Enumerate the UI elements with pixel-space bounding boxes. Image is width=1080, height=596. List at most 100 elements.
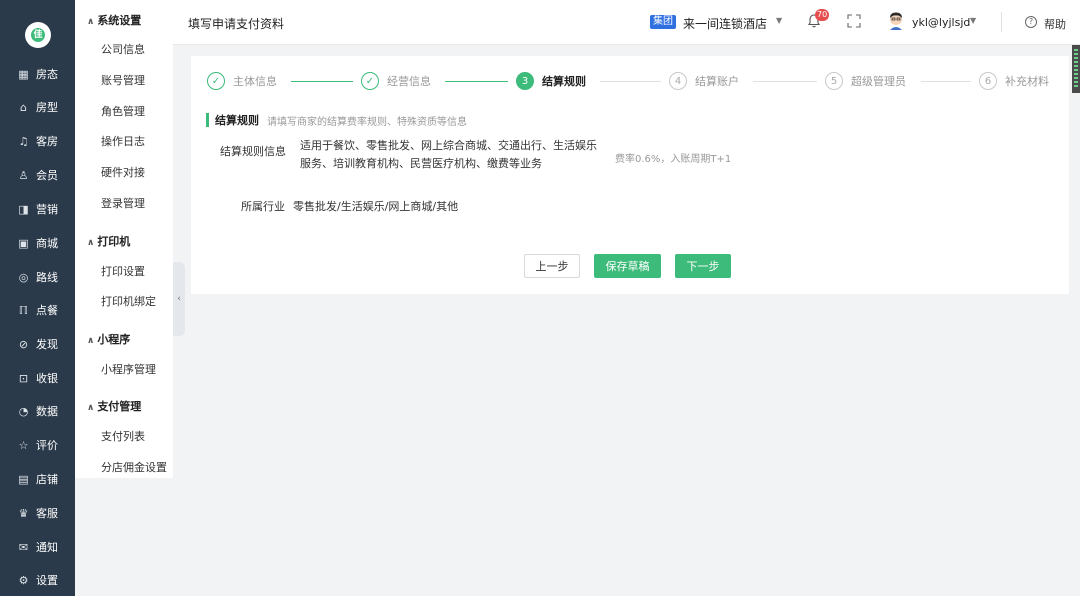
industry-value: 零售批发/生活娱乐/网上商城/其他 (293, 200, 459, 213)
step-connector (753, 81, 817, 82)
step-label: 补充材料 (1005, 75, 1049, 88)
progress-steps: ✓ 主体信息 ✓ 经营信息 3 结算规则 4 结算账户 5 超级管理员 6 补充材料 (191, 56, 1069, 104)
top-header: 填写申请支付资料 集团 来一间连锁酒店 ▼ 70 ykl@lyjlsjd ▼ ?… (173, 0, 1080, 45)
side-widget-handle[interactable] (1072, 45, 1080, 93)
step-connector (921, 81, 971, 82)
form-card: ✓ 主体信息 ✓ 经营信息 3 结算规则 4 结算账户 5 超级管理员 6 补充材料 结算规则 请填写… (191, 56, 1069, 294)
submenu-group-2[interactable]: ∧ 小程序 (87, 331, 130, 347)
marketing-icon: ◨ (18, 202, 29, 216)
chevron-down-icon[interactable]: ▼ (970, 16, 976, 25)
compass-icon: ⊘ (18, 337, 29, 351)
rail-item-label: 营销 (36, 203, 58, 216)
notification-count-badge: 70 (815, 9, 830, 21)
store-selector[interactable]: 来一间连锁酒店 (683, 15, 767, 32)
rail-item-label: 路线 (36, 271, 58, 284)
food-icon: ℿ (18, 303, 29, 317)
rail-item-3[interactable]: ♙ 会员 (0, 163, 75, 187)
step-number: 4 (669, 72, 687, 90)
submenu-item[interactable]: 账号管理 (101, 72, 145, 88)
help-icon[interactable]: ? (1025, 16, 1037, 28)
rail-item-label: 房型 (36, 101, 58, 114)
rail-item-10[interactable]: ◔ 数据 (0, 399, 75, 423)
chevron-down-icon[interactable]: ▼ (776, 16, 782, 25)
username[interactable]: ykl@lyjlsjd (912, 16, 970, 29)
rail-item-label: 会员 (36, 169, 58, 182)
app-logo[interactable]: 佳 (25, 22, 51, 48)
submenu-item[interactable]: 打印设置 (101, 263, 145, 279)
section-hint: 请填写商家的结算费率规则、特殊资质等信息 (267, 116, 467, 128)
rail-item-5[interactable]: ▣ 商城 (0, 231, 75, 255)
submenu-group-title: 打印机 (97, 235, 131, 248)
save-draft-button[interactable]: 保存草稿 (594, 254, 661, 278)
step-6: 6 补充材料 (979, 72, 1049, 90)
chevron-left-icon: ‹ (177, 294, 181, 304)
rail-item-12[interactable]: ▤ 店铺 (0, 467, 75, 491)
rail-item-label: 通知 (36, 541, 58, 554)
step-connector (291, 81, 353, 82)
fullscreen-icon[interactable] (847, 14, 861, 28)
logo-glyph: 佳 (31, 28, 45, 42)
collapse-submenu-button[interactable]: ‹ (173, 262, 185, 336)
rail-item-label: 店铺 (36, 473, 58, 486)
house-icon: ⌂ (20, 100, 27, 114)
shop-icon: ▣ (18, 236, 29, 250)
step-label: 主体信息 (233, 75, 277, 88)
step-connector (445, 81, 508, 82)
submenu-item[interactable]: 支付列表 (101, 428, 145, 444)
rail-item-13[interactable]: ♛ 客服 (0, 501, 75, 525)
rail-item-label: 客服 (36, 507, 58, 520)
rail-item-label: 设置 (36, 574, 58, 587)
rail-item-14[interactable]: ✉ 通知 (0, 535, 75, 559)
chevron-up-icon: ∧ (87, 403, 95, 413)
cashier-icon: ⊡ (18, 371, 29, 385)
step-3: 3 结算规则 (516, 72, 586, 90)
step-label: 结算规则 (542, 75, 586, 88)
store-icon: ▤ (18, 472, 29, 486)
rail-item-2[interactable]: ♫ 客房 (0, 129, 75, 153)
submenu-item[interactable]: 分店佣金设置 (101, 459, 167, 475)
rail-item-6[interactable]: ◎ 路线 (0, 265, 75, 289)
rail-item-1[interactable]: ⌂ 房型 (0, 95, 75, 119)
rail-item-label: 客房 (36, 135, 58, 148)
rail-item-4[interactable]: ◨ 营销 (0, 197, 75, 221)
step-1: ✓ 主体信息 (207, 72, 277, 90)
submenu-item[interactable]: 登录管理 (101, 195, 145, 211)
rail-item-7[interactable]: ℿ 点餐 (0, 298, 75, 322)
help-link[interactable]: 帮助 (1044, 16, 1066, 32)
industry-label: 所属行业 (241, 200, 285, 213)
main-nav-rail: 佳 ▦ 房态 ⌂ 房型 ♫ 客房 ♙ 会员 ◨ 营销 ▣ 商城 ◎ 路线 ℿ 点餐 ⊘ 发现 ⊡ 收银 ◔ 数据 ☆ 评价 ▤ 店… (0, 0, 75, 596)
submenu-group-3[interactable]: ∧ 支付管理 (87, 398, 141, 414)
users-icon: ♙ (18, 168, 29, 182)
submenu-item[interactable]: 公司信息 (101, 41, 145, 57)
rail-item-label: 收银 (36, 372, 58, 385)
rail-item-9[interactable]: ⊡ 收银 (0, 366, 75, 390)
rule-label: 结算规则信息 (220, 145, 286, 158)
submenu-item[interactable]: 打印机绑定 (101, 293, 156, 309)
rail-item-label: 房态 (36, 68, 58, 81)
next-step-button[interactable]: 下一步 (675, 254, 731, 278)
submenu-item[interactable]: 操作日志 (101, 133, 145, 149)
rail-item-8[interactable]: ⊘ 发现 (0, 332, 75, 356)
submenu-group-title: 系统设置 (97, 14, 142, 27)
rule-value: 适用于餐饮、零售批发、网上综合商城、交通出行、生活娱乐服务、培训教育机构、民营医… (300, 139, 597, 170)
page-title: 填写申请支付资料 (188, 17, 285, 31)
star-icon: ☆ (18, 438, 29, 452)
chevron-up-icon: ∧ (87, 336, 95, 346)
route-icon: ◎ (18, 270, 29, 284)
submenu-group-1[interactable]: ∧ 打印机 (87, 233, 130, 249)
submenu-item[interactable]: 角色管理 (101, 103, 145, 119)
step-number: 3 (516, 72, 534, 90)
rail-item-15[interactable]: ⚙ 设置 (0, 568, 75, 592)
rail-item-0[interactable]: ▦ 房态 (0, 62, 75, 86)
rail-item-label: 商城 (36, 237, 58, 250)
user-avatar[interactable] (887, 11, 905, 31)
prev-step-button[interactable]: 上一步 (524, 254, 580, 278)
submenu-item[interactable]: 硬件对接 (101, 164, 145, 180)
grid-icon: ▦ (18, 67, 29, 81)
rail-item-11[interactable]: ☆ 评价 (0, 433, 75, 457)
submenu-group-0[interactable]: ∧ 系统设置 (87, 12, 141, 28)
check-icon: ✓ (361, 72, 379, 90)
submenu-item[interactable]: 小程序管理 (101, 361, 156, 377)
group-badge: 集团 (650, 15, 676, 29)
section-title-text: 结算规则 (215, 114, 259, 127)
